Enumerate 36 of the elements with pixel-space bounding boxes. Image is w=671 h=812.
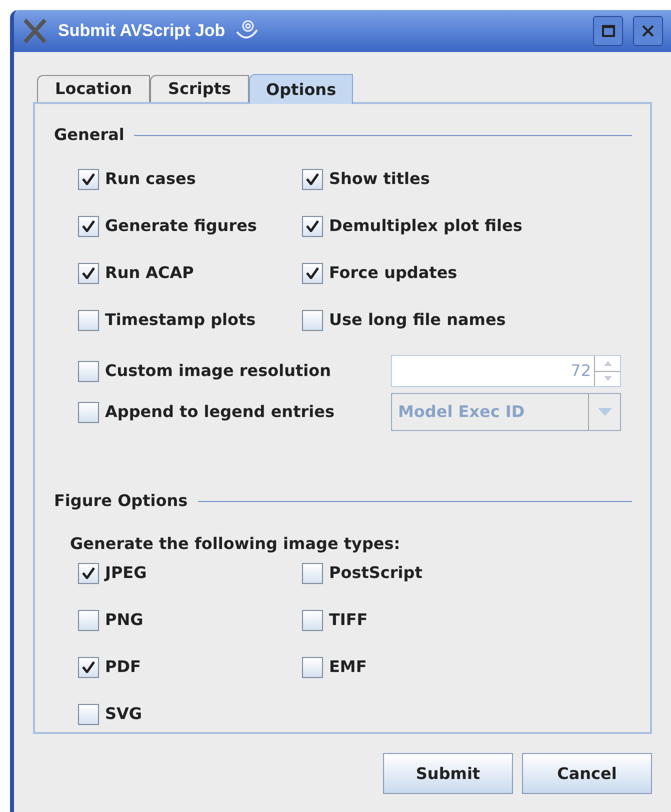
- checkbox[interactable]: Run cases: [78, 167, 196, 191]
- checkmark-icon: [82, 567, 95, 579]
- close-button[interactable]: [633, 16, 663, 46]
- tab[interactable]: Location: [37, 75, 150, 102]
- checkmark-icon: [82, 173, 95, 185]
- checkbox[interactable]: PDF: [78, 655, 141, 679]
- section-heading: Figure Options: [54, 490, 188, 512]
- checkbox[interactable]: Run ACAP: [78, 261, 194, 285]
- checkbox[interactable]: PNG: [78, 608, 144, 632]
- checkbox[interactable]: PostScript: [302, 561, 422, 585]
- checkbox[interactable]: SVG: [78, 702, 142, 726]
- checkmark-icon: [82, 661, 95, 673]
- window-title: Submit AVScript Job: [58, 20, 226, 42]
- checkbox[interactable]: Demultiplex plot files: [302, 214, 522, 238]
- checkbox[interactable]: Force updates: [302, 261, 458, 285]
- checkbox[interactable]: EMF: [302, 655, 367, 679]
- checkbox[interactable]: TIFF: [302, 608, 368, 632]
- checkbox[interactable]: JPEG: [78, 561, 147, 585]
- tab[interactable]: Scripts: [150, 75, 249, 102]
- dialog-button[interactable]: Submit: [383, 753, 513, 794]
- checkmark-icon: [306, 173, 319, 185]
- checkbox[interactable]: Show titles: [302, 167, 430, 191]
- maximize-button[interactable]: [593, 16, 623, 46]
- image-types-label: Generate the following image types:: [69, 533, 402, 555]
- close-icon: [641, 24, 655, 38]
- section-heading: General: [54, 124, 124, 146]
- checkmark-icon: [306, 220, 319, 232]
- checkbox[interactable]: Use long file names: [302, 308, 506, 332]
- checkbox[interactable]: Timestamp plots: [78, 308, 256, 332]
- checkmark-icon: [82, 220, 95, 232]
- x-logo-icon: [22, 18, 48, 44]
- checkmark-icon: [306, 267, 319, 279]
- dialog-button[interactable]: Cancel: [522, 753, 652, 794]
- checkbox[interactable]: Generate figures: [78, 214, 257, 238]
- checkmark-icon: [82, 267, 95, 279]
- tab[interactable]: Options: [249, 74, 354, 104]
